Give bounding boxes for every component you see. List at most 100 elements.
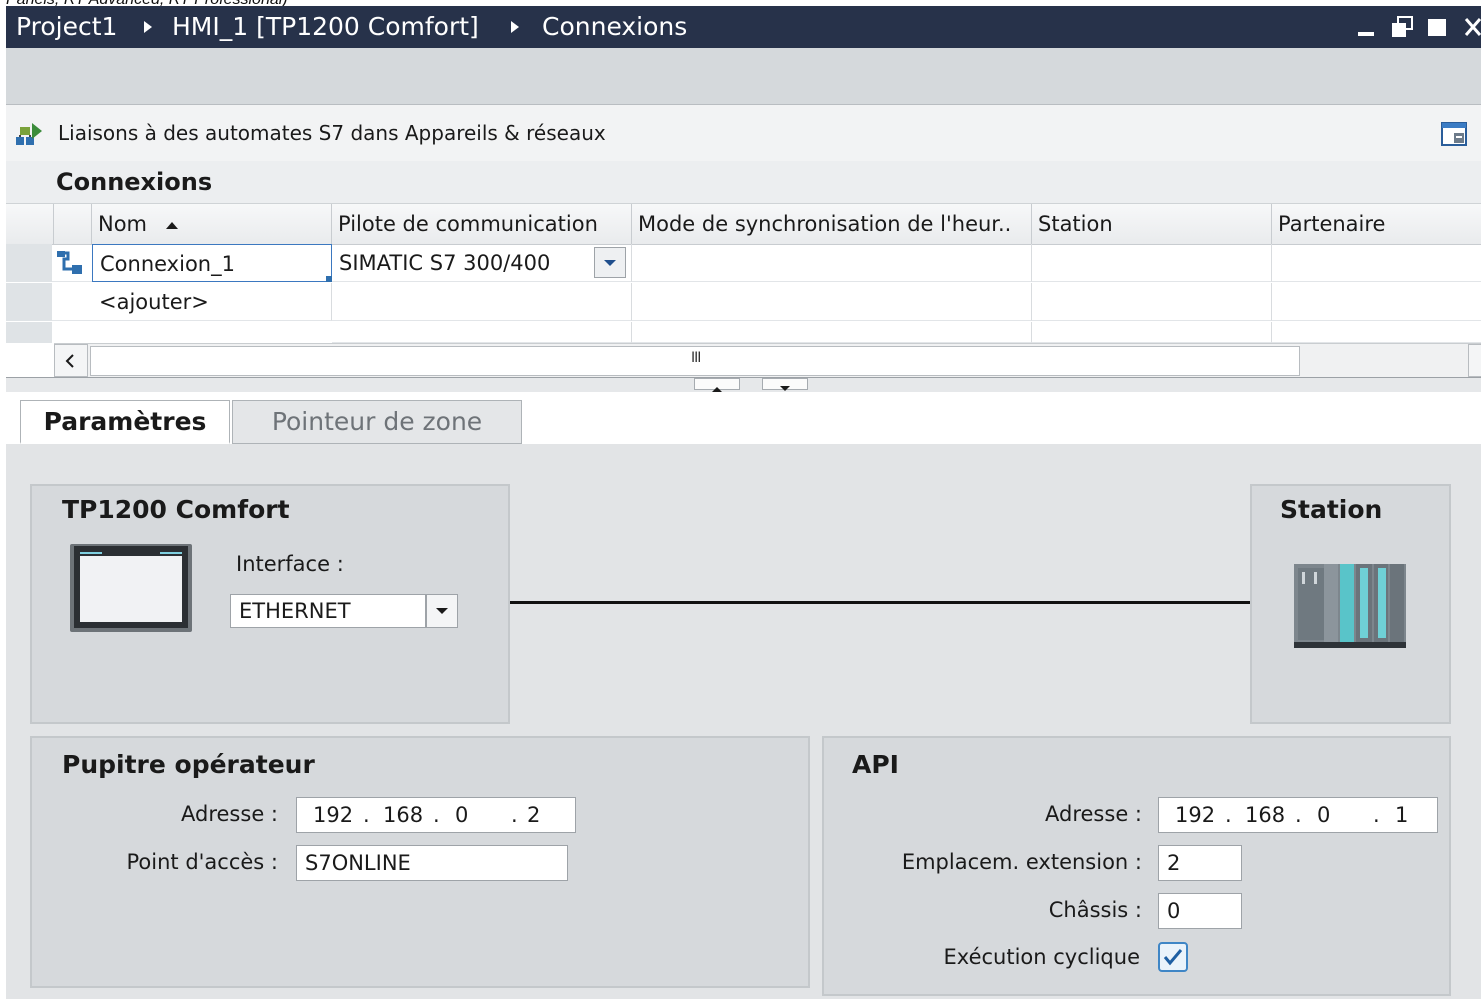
connection-icon-cell [52, 244, 92, 282]
breadcrumb-editor: Connexions [542, 12, 688, 41]
ip-octet: 168 [1245, 803, 1286, 827]
editor-title-bar: Project1 HMI_1 [TP1200 Comfort] Connexio… [6, 6, 1481, 48]
minimize-icon[interactable] [1356, 16, 1376, 38]
connections-section-header: Connexions [6, 161, 1481, 203]
cyclic-execution-checkbox[interactable] [1158, 942, 1188, 972]
add-row-partner-cell[interactable] [1272, 283, 1481, 321]
scroll-thumb[interactable]: III [90, 346, 1300, 376]
connections-table: Nom Pilote de communication Mode de sync… [6, 203, 1481, 344]
interface-select[interactable]: ETHERNET [230, 594, 426, 628]
add-row-sync-cell[interactable] [632, 283, 1032, 321]
empty-cell [1032, 322, 1272, 343]
editor-toolbar [6, 48, 1481, 105]
connection-name-cell[interactable]: Connexion_1 [92, 244, 332, 282]
chevron-down-icon [436, 608, 448, 614]
ip-dot: . [363, 803, 370, 827]
column-header-name[interactable]: Nom [92, 204, 332, 244]
scroll-thumb-grip: III [691, 350, 701, 366]
scroll-right-button[interactable] [1468, 344, 1481, 377]
interface-dropdown-button[interactable] [426, 594, 458, 628]
network-connection-line [510, 601, 1252, 604]
sort-ascending-icon [165, 222, 178, 229]
plc-settings-panel: API Adresse : 192 . 168 . 0 . 1 Emplacem… [822, 736, 1451, 996]
driver-dropdown-button[interactable] [594, 247, 626, 278]
header-row-selector [6, 204, 54, 244]
info-bar-text: Liaisons à des automates S7 dans Apparei… [58, 121, 606, 145]
options-panel-icon[interactable] [1440, 119, 1470, 149]
row-selector[interactable] [6, 244, 52, 283]
empty-cell [632, 322, 1032, 343]
row-selector[interactable] [6, 283, 52, 322]
ip-octet: 2 [527, 803, 541, 827]
hmi-device-panel: TP1200 Comfort Interface : ETHERNET [30, 484, 510, 724]
breadcrumb-device[interactable]: HMI_1 [TP1200 Comfort] [172, 6, 479, 48]
chevron-left-icon [65, 354, 74, 368]
rack-field[interactable]: 0 [1158, 893, 1242, 929]
ip-dot: . [433, 803, 440, 827]
add-row-driver-cell[interactable] [332, 283, 632, 321]
collapse-up-button[interactable] [694, 378, 740, 392]
network-connection-icon[interactable] [14, 119, 46, 149]
rack-label: Châssis : [1048, 898, 1142, 922]
connection-icon [57, 251, 82, 274]
hmi-device-title: TP1200 Comfort [62, 495, 290, 524]
properties-tab-bar: Paramètres Pointeur de zone [6, 392, 1481, 445]
tab-parametres[interactable]: Paramètres [20, 400, 230, 444]
ip-octet: 192 [313, 803, 354, 827]
station-panel: Station [1250, 484, 1451, 724]
section-title: Connexions [56, 168, 213, 196]
ip-octet: 1 [1395, 803, 1409, 827]
ip-octet: 0 [1317, 803, 1331, 827]
ip-dot: . [1295, 803, 1302, 827]
plc-ip-address-field[interactable]: 192 . 168 . 0 . 1 [1158, 797, 1438, 833]
header-icon-column [54, 204, 92, 244]
connection-sync-mode-cell[interactable] [632, 244, 1032, 282]
connection-partner-cell[interactable] [1272, 244, 1481, 282]
maximize-icon[interactable] [1426, 16, 1448, 38]
scroll-left-button[interactable] [54, 344, 88, 377]
slot-field[interactable]: 2 [1158, 845, 1242, 881]
ip-dot: . [511, 803, 518, 827]
ip-dot: . [1373, 803, 1380, 827]
ip-octet: 168 [383, 803, 424, 827]
access-point-label: Point d'accès : [126, 850, 279, 874]
add-connection-cell[interactable]: <ajouter> [92, 283, 332, 321]
slot-label: Emplacem. extension : [901, 850, 1142, 874]
tab-pointeur-de-zone[interactable]: Pointeur de zone [232, 400, 522, 444]
interface-label: Interface : [236, 552, 344, 576]
connection-station-cell[interactable] [1032, 244, 1272, 282]
plc-panel-title: API [852, 750, 899, 779]
column-header-partner[interactable]: Partenaire [1272, 204, 1481, 244]
column-header-name-label: Nom [98, 212, 148, 236]
info-bar: Liaisons à des automates S7 dans Apparei… [6, 105, 1481, 161]
pane-splitter[interactable] [6, 377, 1481, 393]
add-row-station-cell[interactable] [1032, 283, 1272, 321]
empty-cell [332, 322, 632, 343]
chevron-down-icon [604, 260, 616, 266]
horizontal-scrollbar[interactable]: III [54, 343, 1481, 378]
float-window-icon[interactable] [1391, 16, 1413, 38]
connection-driver-value: SIMATIC S7 300/400 [339, 251, 551, 275]
ip-dot: . [1225, 803, 1232, 827]
hmi-panel-icon [70, 544, 192, 632]
cyclic-execution-label: Exécution cyclique [943, 945, 1140, 969]
breadcrumb-separator-icon [144, 21, 152, 33]
column-header-sync-mode[interactable]: Mode de synchronisation de l'heur.. [632, 204, 1032, 244]
close-icon[interactable] [1464, 16, 1481, 38]
ip-octet: 0 [455, 803, 469, 827]
column-header-driver[interactable]: Pilote de communication [332, 204, 632, 244]
hmi-ip-address-field[interactable]: 192 . 168 . 0 . 2 [296, 797, 576, 833]
table-header-row: Nom Pilote de communication Mode de sync… [6, 203, 1481, 245]
row-selector [6, 322, 52, 344]
empty-cell [1272, 322, 1481, 343]
plc-address-label: Adresse : [1045, 802, 1142, 826]
expand-down-button[interactable] [762, 378, 808, 391]
ip-octet: 192 [1175, 803, 1216, 827]
connection-driver-cell[interactable]: SIMATIC S7 300/400 [332, 244, 632, 282]
plc-station-icon[interactable] [1294, 562, 1406, 648]
parameters-content: TP1200 Comfort Interface : ETHERNET Stat… [6, 444, 1481, 999]
access-point-field[interactable]: S7ONLINE [296, 845, 568, 881]
breadcrumb-project[interactable]: Project1 [16, 6, 117, 48]
operator-panel-title: Pupitre opérateur [62, 750, 315, 779]
column-header-station[interactable]: Station [1032, 204, 1272, 244]
